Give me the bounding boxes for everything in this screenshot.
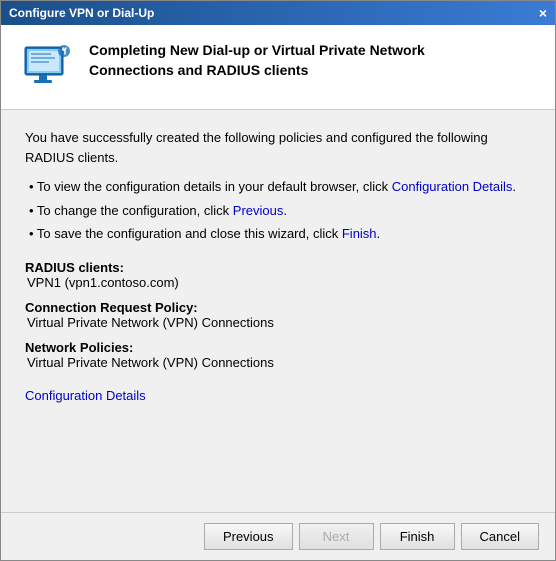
- network-value: Virtual Private Network (VPN) Connection…: [25, 355, 531, 370]
- config-details-link-inline[interactable]: Configuration Details: [392, 179, 513, 194]
- bullet-2-text: • To change the configuration, click Pre…: [29, 201, 287, 221]
- finish-link-inline[interactable]: Finish: [342, 226, 377, 241]
- main-window: Configure VPN or Dial-Up ×: [0, 0, 556, 561]
- header-section: Completing New Dial-up or Virtual Privat…: [1, 25, 555, 110]
- bullet-item-3: • To save the configuration and close th…: [29, 224, 531, 244]
- previous-button[interactable]: Previous: [204, 523, 293, 550]
- config-link-section: Configuration Details: [25, 388, 531, 403]
- close-button[interactable]: ×: [539, 6, 547, 20]
- radius-block: RADIUS clients: VPN1 (vpn1.contoso.com): [25, 260, 531, 290]
- footer: Previous Next Finish Cancel: [1, 512, 555, 560]
- wizard-icon: [21, 41, 73, 93]
- bullet-list: • To view the configuration details in y…: [25, 177, 531, 244]
- window-title: Configure VPN or Dial-Up: [9, 6, 154, 20]
- title-bar: Configure VPN or Dial-Up ×: [1, 1, 555, 25]
- cancel-button[interactable]: Cancel: [461, 523, 539, 550]
- connection-block: Connection Request Policy: Virtual Priva…: [25, 300, 531, 330]
- network-label: Network Policies:: [25, 340, 531, 355]
- bullet-1-text: • To view the configuration details in y…: [29, 177, 516, 197]
- finish-button[interactable]: Finish: [380, 523, 455, 550]
- bullet-item-2: • To change the configuration, click Pre…: [29, 201, 531, 221]
- title-bar-left: Configure VPN or Dial-Up: [9, 6, 154, 20]
- bullet-item-1: • To view the configuration details in y…: [29, 177, 531, 197]
- radius-label: RADIUS clients:: [25, 260, 531, 275]
- connection-label: Connection Request Policy:: [25, 300, 531, 315]
- connection-value: Virtual Private Network (VPN) Connection…: [25, 315, 531, 330]
- intro-text: You have successfully created the follow…: [25, 128, 531, 167]
- configuration-details-link[interactable]: Configuration Details: [25, 388, 146, 403]
- next-button[interactable]: Next: [299, 523, 374, 550]
- previous-link-inline[interactable]: Previous: [233, 203, 284, 218]
- content-section: You have successfully created the follow…: [1, 110, 555, 512]
- bullet-3-text: • To save the configuration and close th…: [29, 224, 380, 244]
- radius-value: VPN1 (vpn1.contoso.com): [25, 275, 531, 290]
- network-block: Network Policies: Virtual Private Networ…: [25, 340, 531, 370]
- header-title: Completing New Dial-up or Virtual Privat…: [89, 41, 425, 80]
